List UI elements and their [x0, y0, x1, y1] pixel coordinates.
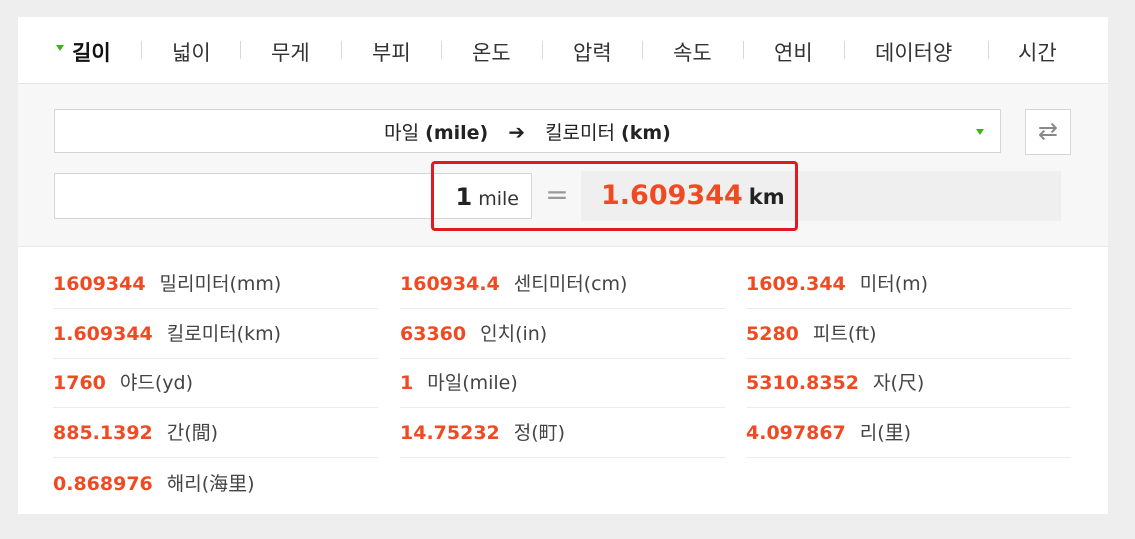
result-value: 1.609344 [601, 180, 743, 211]
unit-converter-card: 길이 넓이 무게 부피 온도 압력 속도 연비 데이터양 시간 마일 (mile… [18, 17, 1108, 514]
tab-label: 압력 [573, 41, 612, 65]
result-item-unit: 밀리미터(mm) [159, 273, 282, 295]
tab-divider [341, 41, 342, 59]
tab-data-size[interactable]: 데이터양 [875, 17, 952, 83]
result-item-value: 5280 [746, 323, 799, 345]
tab-speed[interactable]: 속도 [673, 17, 712, 83]
result-item-value: 63360 [400, 323, 467, 345]
result-item-unit: 정(町) [513, 422, 566, 444]
tab-label: 부피 [372, 41, 411, 65]
result-item-unit: 미터(m) [859, 273, 929, 295]
tab-divider [141, 41, 142, 59]
result-item: 4.097867 리(里) [746, 408, 1071, 458]
result-item-value: 160934.4 [400, 273, 500, 295]
chevron-down-icon [976, 129, 984, 135]
tab-fuel-economy[interactable]: 연비 [774, 17, 813, 83]
result-item: 1609.344 미터(m) [746, 259, 1071, 309]
result-item-unit: 리(里) [859, 422, 912, 444]
result-item-value: 1.609344 [53, 323, 153, 345]
result-item: 1.609344 킬로미터(km) [53, 309, 378, 359]
result-item-unit: 인치(in) [480, 323, 548, 345]
result-item-unit: 해리(海里) [166, 473, 255, 495]
arrow-right-icon: ➔ [508, 120, 526, 144]
tab-divider [441, 41, 442, 59]
to-unit-name: 킬로미터 [545, 122, 615, 144]
result-item: 1760 야드(yd) [53, 358, 378, 408]
tab-label: 데이터양 [875, 41, 953, 65]
result-item-unit: 킬로미터(km) [166, 323, 282, 345]
conversion-results-list: 1609344 밀리미터(mm) 160934.4 센티미터(cm) 1609.34… [18, 247, 1108, 514]
result-item: 1 마일(mile) [400, 358, 725, 408]
tab-label: 연비 [774, 41, 813, 65]
result-item: 160934.4 센티미터(cm) [400, 259, 725, 309]
result-item-unit: 야드(yd) [119, 372, 193, 394]
result-item-unit: 센티미터(cm) [513, 273, 628, 295]
result-item-unit: 간(間) [166, 422, 219, 444]
result-item: 885.1392 간(間) [53, 408, 378, 458]
from-unit-code: (mile) [425, 122, 489, 144]
result-item-value: 1760 [53, 372, 106, 394]
result-item-value: 14.75232 [400, 422, 500, 444]
result-item-value: 1609344 [53, 273, 146, 295]
tab-volume[interactable]: 부피 [372, 17, 411, 83]
result-item-value: 0.868976 [53, 473, 153, 495]
from-unit-name: 마일 [384, 122, 420, 144]
converter-panel: 마일 (mile) ➔ 킬로미터 (km) ⇄ 1 mile = 1.609344… [18, 84, 1108, 247]
tab-label: 넓이 [172, 41, 211, 65]
tab-divider [642, 41, 643, 59]
equals-sign: = [545, 178, 569, 211]
tab-pressure[interactable]: 압력 [573, 17, 612, 83]
input-unit: mile [478, 188, 519, 210]
result-item: 1609344 밀리미터(mm) [53, 259, 378, 309]
tab-label: 시간 [1018, 41, 1057, 65]
tab-label: 무게 [271, 41, 310, 65]
result-display: 1.609344 km [581, 171, 1061, 221]
category-tabs: 길이 넓이 무게 부피 온도 압력 속도 연비 데이터양 시간 [18, 17, 1108, 84]
input-value: 1 [455, 183, 473, 211]
tab-divider [240, 41, 241, 59]
tab-length[interactable]: 길이 [56, 17, 111, 83]
result-item-value: 1 [400, 372, 414, 394]
input-value-field[interactable]: 1 mile [54, 173, 532, 219]
tab-divider [988, 41, 989, 59]
result-item: 5310.8352 자(尺) [746, 358, 1071, 408]
result-item-unit: 피트(ft) [812, 323, 877, 345]
tab-label: 온도 [472, 41, 511, 65]
result-item: 63360 인치(in) [400, 309, 725, 359]
result-item-value: 885.1392 [53, 422, 153, 444]
swap-units-button[interactable]: ⇄ [1025, 109, 1071, 155]
result-item: 5280 피트(ft) [746, 309, 1071, 359]
result-unit: km [748, 185, 785, 209]
to-unit-code: (km) [621, 122, 671, 144]
result-item-unit: 마일(mile) [427, 372, 518, 394]
result-item-value: 4.097867 [746, 422, 846, 444]
result-item: 0.868976 해리(海里) [53, 459, 378, 509]
result-item-value: 5310.8352 [746, 372, 859, 394]
tab-area[interactable]: 넓이 [172, 17, 211, 83]
tab-time[interactable]: 시간 [1018, 17, 1057, 83]
tab-label: 길이 [72, 41, 111, 65]
tab-weight[interactable]: 무게 [271, 17, 310, 83]
result-item: 14.75232 정(町) [400, 408, 725, 458]
tab-label: 속도 [673, 41, 712, 65]
tab-divider [844, 41, 845, 59]
tab-temperature[interactable]: 온도 [472, 17, 511, 83]
result-item-value: 1609.344 [746, 273, 846, 295]
tab-divider [743, 41, 744, 59]
unit-pair-select[interactable]: 마일 (mile) ➔ 킬로미터 (km) [54, 109, 1001, 153]
result-item-unit: 자(尺) [872, 372, 925, 394]
swap-icon: ⇄ [1037, 117, 1059, 145]
active-indicator-icon [56, 45, 64, 51]
tab-divider [542, 41, 543, 59]
